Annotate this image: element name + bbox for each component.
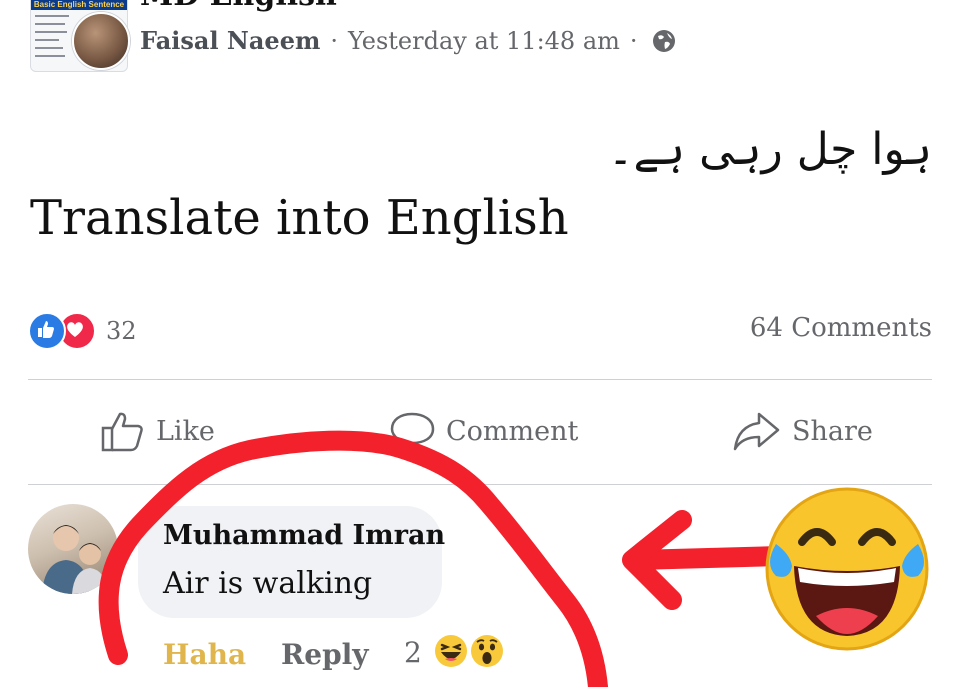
thumbnail-text-line	[35, 15, 69, 17]
thumbnail-text-line	[35, 39, 59, 41]
reaction-summary[interactable]: 32	[28, 312, 137, 350]
post-urdu-text: ہوا چل رہی ہے۔	[607, 124, 932, 175]
avatar-photo	[42, 525, 108, 594]
share-label: Share	[792, 415, 873, 447]
haha-icon	[435, 635, 467, 667]
comment-label: Comment	[446, 415, 579, 447]
thumbnail-text-line	[35, 23, 65, 25]
meta-separator: ·	[330, 26, 338, 55]
annotation-arrow-shaft	[626, 546, 790, 570]
close-icon[interactable]	[896, 0, 936, 10]
commenter-name[interactable]: Muhammad Imran	[163, 520, 445, 551]
thumbnail-text-line	[35, 47, 63, 49]
comment-button[interactable]: Comment	[390, 410, 578, 452]
thumbnail-text-line	[35, 31, 67, 33]
like-icon	[28, 312, 66, 350]
comment-haha-button[interactable]: Haha	[163, 638, 246, 671]
comment-text: Air is walking	[163, 566, 373, 601]
post-timestamp[interactable]: Yesterday at 11:48 am	[348, 27, 620, 55]
thumbs-up-icon	[101, 412, 143, 452]
comment-reply-button[interactable]: Reply	[281, 638, 369, 671]
comments-count[interactable]: 64 Comments	[750, 313, 932, 343]
author-name[interactable]: Faisal Naeem	[140, 26, 320, 55]
thumbnail-text-line	[35, 55, 65, 57]
post-text: Translate into English	[30, 190, 569, 246]
laughing-tears-icon	[765, 487, 929, 651]
comment-reaction-count[interactable]: 2	[404, 636, 422, 669]
comment-bubble-icon	[390, 412, 435, 450]
thumbnail-banner: Basic English Sentence	[31, 0, 127, 10]
share-arrow-icon	[733, 412, 780, 451]
globe-icon[interactable]	[652, 29, 676, 53]
post-meta: Faisal Naeem · Yesterday at 11:48 am ·	[140, 26, 676, 55]
like-label: Like	[156, 415, 215, 447]
annotation-arrow-head	[622, 510, 692, 610]
commenter-avatar[interactable]	[28, 504, 118, 594]
meta-separator: ·	[629, 26, 638, 55]
share-button[interactable]: Share	[732, 410, 873, 452]
author-avatar[interactable]	[72, 12, 130, 70]
like-button[interactable]: Like	[100, 410, 215, 452]
wow-icon	[471, 635, 503, 667]
group-title[interactable]: MD English	[140, 0, 337, 13]
divider	[28, 379, 932, 380]
reaction-count[interactable]: 32	[106, 317, 137, 345]
